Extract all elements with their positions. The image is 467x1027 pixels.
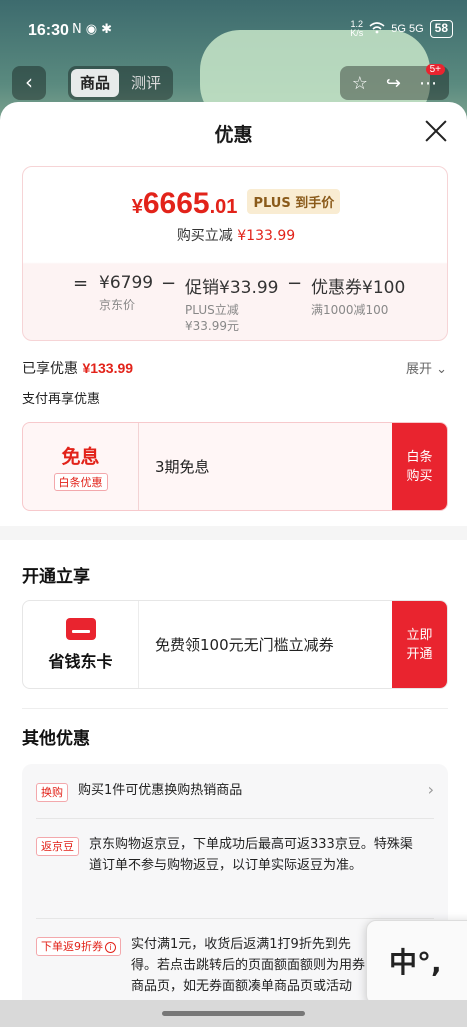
breakdown-promotion: 促销¥33.99 PLUS立减 ¥33.99元	[185, 278, 279, 333]
baitiao-badge: 免息 白条优惠	[23, 423, 139, 510]
credit-card-icon	[65, 617, 96, 640]
jd-card-label: 省钱东卡	[48, 651, 113, 671]
pay-more-title: 支付再享优惠	[22, 392, 101, 407]
minus-sign-2: −	[287, 273, 303, 294]
product-tabs: 商品 测评	[68, 66, 174, 100]
product-nav: ‹ 商品 测评 ☆ ↪ ⋯ 5+	[0, 64, 467, 102]
final-price: ¥6665.01	[131, 187, 238, 220]
info-icon[interactable]: i	[105, 942, 116, 953]
nfc-icon: N	[72, 22, 82, 37]
offer-tag: 换购	[36, 783, 68, 802]
favorite-star-icon[interactable]: ☆	[352, 73, 368, 94]
baitiao-buy-button[interactable]: 白条购买	[392, 423, 447, 510]
signal-icon: 5G 5G	[391, 23, 424, 35]
share-icon[interactable]: ↪	[386, 73, 401, 94]
sheet-title: 优惠	[214, 124, 253, 146]
list-item-exchange[interactable]: 换购 购买1件可优惠换购热销商品 ›	[36, 780, 434, 802]
breakdown-coupon: 优惠券¥100 满1000减100	[311, 278, 406, 317]
offer-divider	[36, 818, 434, 819]
battery-icon: 58	[429, 20, 453, 38]
offer-text: 购买1件可优惠换购热销商品	[78, 783, 243, 798]
final-price-line: ¥6665.01 PLUS 到手价	[23, 187, 449, 221]
system-nav-bar	[0, 1000, 467, 1027]
close-button[interactable]	[423, 118, 449, 144]
open-section-title: 开通立享	[22, 567, 90, 587]
offer-tag: 下单返9折券 i	[36, 937, 121, 956]
offer-tag: 返京豆	[36, 837, 79, 856]
tab-product[interactable]: 商品	[71, 69, 120, 97]
minus-sign: −	[161, 273, 177, 294]
baitiao-offer-card[interactable]: 免息 白条优惠 3期免息 白条购买	[22, 422, 448, 511]
jd-card-offer[interactable]: 省钱东卡 免费领100元无门槛立减券 立即开通	[22, 600, 448, 689]
jd-card-badge: 省钱东卡	[23, 601, 139, 688]
baitiao-tag: 白条优惠	[53, 473, 108, 491]
discount-sheet: 优惠 ¥6665.01 PLUS 到手价 购买立减 ¥133.99 = ¥679…	[0, 102, 467, 1027]
interest-free-title: 免息	[61, 446, 100, 468]
nav-tools: ☆ ↪ ⋯ 5+	[339, 64, 449, 100]
chevron-down-icon: ⌄	[436, 362, 447, 377]
status-bar: 16:30 N ◉ ✱ 1.2 K/s 5G 5G 58	[0, 0, 467, 64]
tab-review[interactable]: 测评	[122, 69, 170, 97]
more-icon[interactable]: ⋯	[419, 73, 437, 94]
chevron-right-icon: ›	[427, 780, 434, 799]
divider-line	[22, 708, 448, 709]
breakdown-jd-price: ¥6799 京东价	[99, 273, 154, 312]
status-time: 16:30	[28, 22, 69, 39]
list-item-jd-beans: 返京豆 京东购物返京豆，下单成功后最高可返333京豆。特殊渠道订单不参与购物返豆…	[36, 834, 414, 876]
notification-icons: N ◉ ✱	[72, 22, 112, 37]
jd-card-desc: 免费领100元无门槛立减券	[155, 636, 334, 654]
bluetooth-icon: ✱	[101, 22, 112, 37]
wifi-icon	[369, 21, 385, 37]
jd-card-open-button[interactable]: 立即开通	[392, 601, 447, 688]
back-button[interactable]: ‹	[12, 66, 46, 100]
instant-reduction: 购买立减 ¥133.99	[176, 228, 296, 244]
offer-text: 京东购物返京豆，下单成功后最高可返333京豆。特殊渠道订单不参与购物返豆，以订单…	[89, 837, 413, 873]
expand-button[interactable]: 展开 ⌄	[406, 358, 447, 377]
other-section-title: 其他优惠	[22, 729, 90, 749]
baitiao-desc: 3期免息	[155, 458, 210, 476]
alarm-icon: ◉	[85, 22, 98, 37]
price-card: ¥6665.01 PLUS 到手价 购买立减 ¥133.99 = ¥6799 京…	[22, 166, 448, 341]
ime-floating-keyboard[interactable]: 中°,	[366, 920, 467, 1005]
plus-price-tag: PLUS 到手价	[247, 189, 341, 214]
status-right: 1.2 K/s 5G 5G 58	[350, 20, 453, 38]
net-speed: 1.2 K/s	[350, 19, 364, 38]
enjoyed-discount: 已享优惠 ¥133.99	[22, 360, 134, 377]
message-badge: 5+	[425, 64, 445, 75]
section-divider	[0, 526, 467, 540]
equals-sign: =	[73, 273, 89, 294]
offer-divider	[36, 918, 434, 919]
home-indicator[interactable]	[162, 1011, 305, 1016]
